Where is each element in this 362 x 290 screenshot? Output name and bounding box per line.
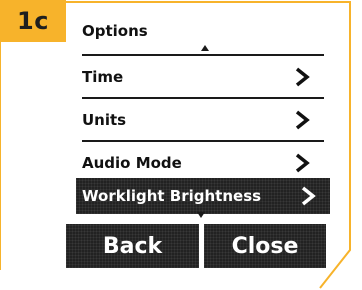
step-badge: 1c xyxy=(0,0,66,42)
back-button[interactable]: Back xyxy=(66,224,199,268)
menu-item-time[interactable]: Time xyxy=(82,56,324,97)
chevron-right-icon xyxy=(301,186,316,206)
menu-item-audio-mode[interactable]: Audio Mode xyxy=(82,142,324,183)
menu-item-label: Worklight Brightness xyxy=(82,187,262,205)
close-button[interactable]: Close xyxy=(204,224,326,268)
scroll-up-icon xyxy=(201,45,209,51)
scroll-down-icon xyxy=(197,212,205,218)
menu-title: Options xyxy=(82,22,148,40)
chevron-right-icon xyxy=(295,110,310,129)
device-screen: Options Time Units Audio Mode Worklight … xyxy=(66,10,326,268)
chevron-right-icon xyxy=(295,67,310,86)
menu-item-label: Audio Mode xyxy=(82,153,182,172)
figure-frame: 1c Options Time Units Audio Mode Worklig… xyxy=(0,0,362,290)
menu-item-units[interactable]: Units xyxy=(82,99,324,140)
menu-item-label: Units xyxy=(82,110,127,129)
menu-item-worklight-brightness[interactable]: Worklight Brightness xyxy=(76,178,330,214)
chevron-right-icon xyxy=(295,153,310,172)
menu-item-label: Time xyxy=(82,67,124,86)
